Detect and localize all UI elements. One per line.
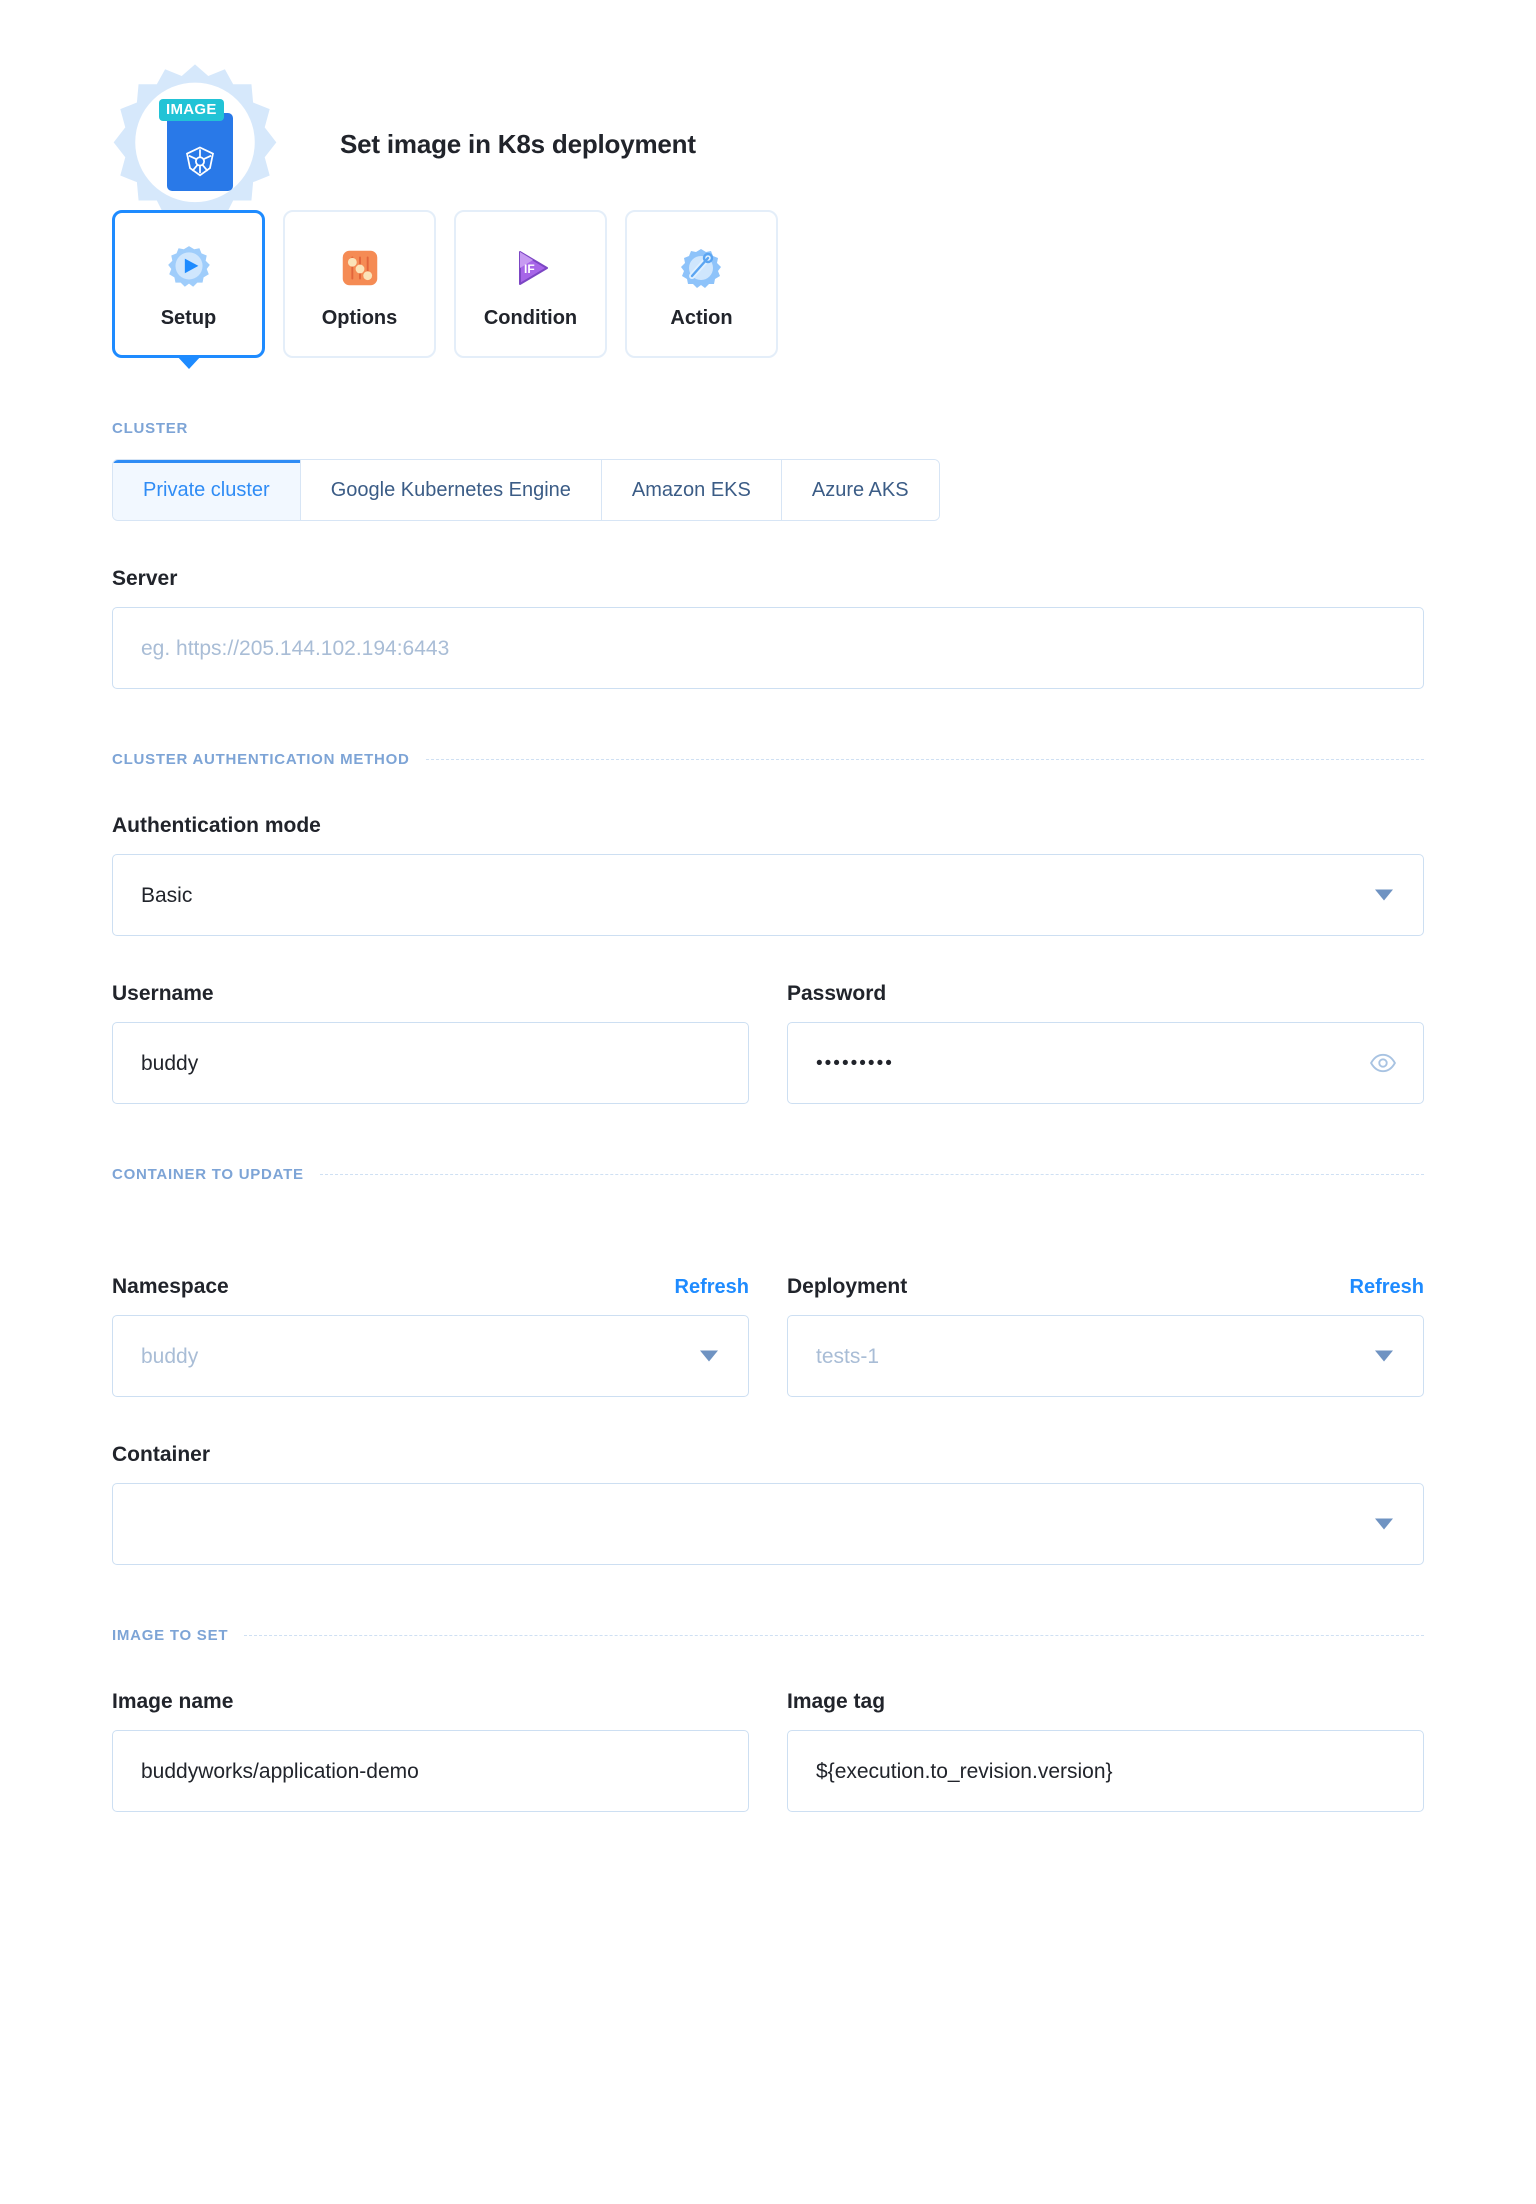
section-divider [425,759,1424,760]
deployment-placeholder: tests-1 [816,1344,880,1368]
page-title: Set image in K8s deployment [340,128,696,159]
cluster-option-label: Azure AKS [811,478,909,501]
tab-condition-label: Condition [483,306,578,329]
cluster-option-google-kubernetes-engine[interactable]: Google Kubernetes Engine [300,460,602,520]
deployment-select[interactable]: tests-1 [787,1315,1424,1397]
namespace-placeholder: buddy [141,1344,199,1368]
tab-options-label: Options [321,306,398,329]
section-auth-header: CLUSTER AUTHENTICATION METHOD [112,751,1424,768]
image-chip-label: IMAGE [159,99,224,121]
image-name-field-group: Image name buddyworks/application-demo [112,1644,749,1812]
namespace-select[interactable]: buddy [112,1315,749,1397]
section-divider [319,1174,1424,1175]
action-icon-badge: IMAGE [112,61,278,227]
cluster-option-azure-aks[interactable]: Azure AKS [781,460,939,520]
section-cluster-title: CLUSTER [112,420,189,437]
section-auth-title: CLUSTER AUTHENTICATION METHOD [112,751,410,768]
tab-setup-label: Setup [160,306,217,329]
container-select[interactable] [112,1483,1424,1565]
kubernetes-image-icon: IMAGE [159,99,233,191]
cluster-option-label: Private cluster [143,478,270,501]
username-label: Username [112,982,214,1005]
section-container-header: CONTAINER TO UPDATE [112,1166,1424,1183]
tab-setup[interactable]: Setup [112,210,265,369]
auth-mode-select[interactable]: Basic [112,854,1424,936]
server-label: Server [112,567,178,590]
password-input[interactable]: ••••••••• [787,1022,1424,1104]
namespace-label: Namespace [112,1275,229,1298]
condition-if-play-icon: IF [507,239,555,297]
action-settings-page: IMAGE Set image in K8s deployment Setup [0,0,1536,2204]
username-value: buddy [141,1051,199,1075]
section-container-title: CONTAINER TO UPDATE [112,1166,304,1183]
image-tag-value: ${execution.to_revision.version} [816,1759,1113,1783]
namespace-field-group: Namespace Refresh buddy [112,1183,749,1397]
container-label: Container [112,1443,211,1466]
tab-bar: Setup Options IF Condition Action [0,210,1536,369]
section-image-header: IMAGE TO SET [112,1627,1424,1644]
active-tab-caret-icon [175,355,202,369]
cluster-option-private-cluster[interactable]: Private cluster [113,460,301,520]
image-row: Image name buddyworks/application-demo I… [112,1644,1424,1812]
settings-form: CLUSTER Private cluster Google Kubernete… [0,420,1536,1812]
auth-mode-label: Authentication mode [112,814,321,837]
action-gear-wand-icon [678,239,726,297]
options-sliders-icon [337,239,383,297]
image-tag-label: Image tag [787,1690,886,1713]
svg-text:IF: IF [524,262,535,276]
cluster-option-amazon-eks[interactable]: Amazon EKS [601,460,782,520]
chevron-down-icon [700,1350,718,1362]
image-tag-input[interactable]: ${execution.to_revision.version} [787,1730,1424,1812]
namespace-label-row: Namespace Refresh [112,1229,749,1299]
server-input-placeholder: eg. https://205.144.102.194:6443 [141,636,450,660]
section-image-title: IMAGE TO SET [112,1627,229,1644]
section-cluster-header: CLUSTER [112,420,1424,437]
chevron-down-icon [1375,889,1393,901]
image-name-label: Image name [112,1690,234,1713]
setup-gear-play-icon [164,239,214,297]
deployment-refresh-link[interactable]: Refresh [1350,1276,1424,1299]
password-field-group: Password ••••••••• [787,936,1424,1104]
deployment-label-row: Deployment Refresh [787,1229,1424,1299]
cluster-option-label: Amazon EKS [631,478,751,501]
deployment-field-group: Deployment Refresh tests-1 [787,1183,1424,1397]
image-tag-field-group: Image tag ${execution.to_revision.versio… [787,1644,1424,1812]
namespace-refresh-link[interactable]: Refresh [675,1276,749,1299]
chevron-down-icon [1375,1518,1393,1530]
tab-action-label: Action [670,306,733,329]
username-field-group: Username buddy [112,936,749,1104]
namespace-deployment-row: Namespace Refresh buddy Deployment Refre… [112,1183,1424,1397]
page-header: IMAGE Set image in K8s deployment [0,0,1536,223]
tab-options[interactable]: Options [283,210,436,358]
section-divider [244,1635,1424,1636]
password-label: Password [787,982,887,1005]
image-name-input[interactable]: buddyworks/application-demo [112,1730,749,1812]
cluster-option-label: Google Kubernetes Engine [330,478,571,501]
chevron-down-icon [1375,1350,1393,1362]
auth-mode-value: Basic [141,883,193,907]
cluster-type-segmented-control: Private cluster Google Kubernetes Engine… [112,459,940,521]
tab-condition[interactable]: IF Condition [454,210,607,358]
credentials-row: Username buddy Password ••••••••• [112,936,1424,1104]
image-name-value: buddyworks/application-demo [141,1759,419,1783]
password-value: ••••••••• [816,1052,894,1074]
deployment-label: Deployment [787,1275,908,1298]
tab-action[interactable]: Action [625,210,778,358]
server-input[interactable]: eg. https://205.144.102.194:6443 [112,607,1424,689]
username-input[interactable]: buddy [112,1022,749,1104]
eye-icon[interactable] [1369,1049,1397,1077]
kubernetes-card [167,113,233,191]
